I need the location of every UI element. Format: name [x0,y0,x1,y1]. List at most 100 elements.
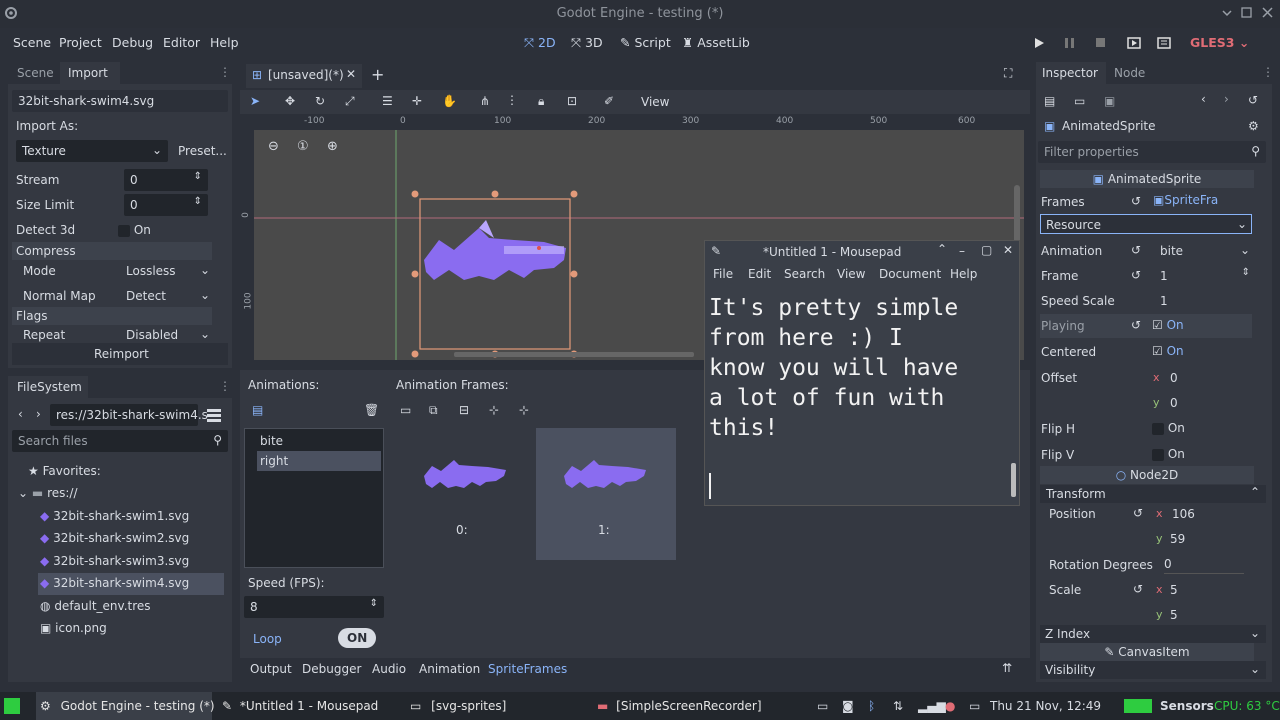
clock[interactable]: Thu 21 Nov, 12:49 [990,699,1101,713]
folder-tray-icon[interactable]: ▭ [817,699,828,713]
workspace-3d[interactable]: ⤧ 3D [571,35,603,51]
file-item[interactable]: ◆ 32bit-shark-swim3.svg [40,554,189,568]
search-files-input[interactable]: Search files ⚲ [12,430,228,452]
maximize-icon[interactable]: ▢ [981,243,992,257]
frame-spinbox[interactable]: 1 ⇕ [1154,265,1252,287]
filesystem-path[interactable]: res://32bit-shark-swim4.s [50,404,208,426]
compress-section[interactable]: Compress [12,242,212,260]
camera-tray-icon[interactable]: ◙ [842,699,854,713]
import-as-select[interactable]: Texture ⌄ [16,140,168,162]
task-mousepad[interactable]: ✎ *Untitled 1 - Mousepad [222,692,378,720]
history-back-icon[interactable]: ‹ [1201,92,1206,106]
dock-menu-icon[interactable]: ⋮ [1262,65,1274,79]
tab-output[interactable]: Output [250,662,292,676]
mp-menu-search[interactable]: Search [784,267,825,281]
mp-menu-view[interactable]: View [837,267,865,281]
paste-frame-icon[interactable]: ⊟ [459,403,469,417]
mousepad-text-area[interactable]: It's pretty simple from here :) I know y… [709,293,1007,443]
skeleton-icon[interactable]: ✐ [604,94,614,108]
size-limit-spinbox[interactable]: 0 ⇕ [124,194,208,216]
snap-options-icon[interactable]: ⋮ [506,93,518,107]
position-x-field[interactable]: 106 [1172,507,1195,521]
tree-favorites[interactable]: ★ Favorites: [28,464,101,478]
menu-scene[interactable]: Scene [13,35,51,50]
close-icon[interactable]: ✕ [1003,243,1013,257]
snap-icon[interactable]: ⋔ [480,94,490,108]
position-y-field[interactable]: 59 [1170,532,1185,546]
offset-x-field[interactable]: 0 [1170,371,1178,385]
file-item[interactable]: ▣ icon.png [40,621,107,635]
mousepad-scrollbar[interactable] [1011,463,1016,497]
network-icon[interactable]: ⇅ [893,699,903,713]
scale-y-field[interactable]: 5 [1170,608,1178,622]
file-item[interactable]: ◆ 32bit-shark-swim1.svg [40,509,189,523]
add-tab-icon[interactable]: + [371,65,384,84]
scale-tool-icon[interactable]: ⤢ [345,94,355,109]
insert-before-icon[interactable]: ⊹ [489,403,499,417]
tab-import[interactable]: Import [60,62,120,84]
renderer-select[interactable]: GLES3 ⌄ [1190,35,1249,50]
mode-select[interactable]: Lossless ⌄ [120,260,212,282]
remove-animation-icon[interactable]: 🗑︎ [364,403,379,417]
close-icon[interactable] [1262,7,1273,18]
mp-menu-file[interactable]: File [713,267,733,281]
visibility-section[interactable]: Visibility ⌄ [1040,661,1266,679]
file-item[interactable]: ◆ 32bit-shark-swim2.svg [40,531,189,545]
load-frame-icon[interactable]: ▭ [400,403,411,417]
close-tab-icon[interactable]: ✕ [346,67,356,81]
back-icon[interactable]: ‹ [18,407,23,421]
rotation-field[interactable]: 0 [1164,557,1172,571]
task-svg-sprites[interactable]: ▭ [svg-sprites] [410,692,506,720]
frames-resource[interactable]: ▣SpriteFra [1153,193,1218,207]
flags-section[interactable]: Flags [12,307,212,325]
reimport-button[interactable]: Reimport [12,343,228,365]
revert-icon[interactable]: ↺ [1131,243,1141,257]
filter-properties-input[interactable]: Filter properties ⚲ [1038,141,1266,163]
workspace-2d[interactable]: ⤧ 2D [524,35,556,51]
dock-menu-icon[interactable]: ⋮ [219,379,231,393]
frame-tile-selected[interactable]: 1: [536,428,676,560]
fullscreen-icon[interactable]: ⛶ [1004,66,1012,81]
animation-item-selected[interactable]: right [257,451,381,471]
menu-editor[interactable]: Editor [163,35,200,50]
dock-menu-icon[interactable]: ⋮ [219,65,231,79]
minimize-icon[interactable] [1222,8,1232,18]
centered-checkbox[interactable]: ☑ On [1152,344,1184,358]
mp-menu-help[interactable]: Help [950,267,977,281]
frame-tile[interactable]: 0: [396,428,528,560]
tab-debugger[interactable]: Debugger [302,662,361,676]
signal-icon[interactable]: ▂▄▆ [918,699,946,713]
zoom-reset-icon[interactable]: ① [297,139,309,154]
rotation-slider[interactable] [1164,573,1244,574]
zoom-in-icon[interactable]: ⊕ [327,139,338,154]
speed-scale-field[interactable]: 1 [1154,290,1252,312]
file-item[interactable]: ◍ default_env.tres [40,599,151,613]
lock-icon[interactable]: 🔒︎ [538,94,544,109]
chevron-up-icon[interactable]: ⌃ [937,242,947,256]
preset-button[interactable]: Preset... [178,144,227,158]
move-tool-icon[interactable]: ✥ [285,94,295,108]
play-icon[interactable] [1034,37,1045,49]
display-icon[interactable]: ▭ [969,699,980,713]
select-tool-icon[interactable]: ➤ [250,94,260,108]
revert-icon[interactable]: ↺ [1131,194,1141,208]
mp-menu-edit[interactable]: Edit [748,267,771,281]
scale-x-field[interactable]: 5 [1170,583,1178,597]
revert-icon[interactable]: ↺ [1133,582,1143,596]
task-recorder[interactable]: ▬ [SimpleScreenRecorder] [597,692,762,720]
maximize-icon[interactable] [1241,7,1252,18]
resource-dropdown[interactable]: Resource ⌄ [1040,214,1252,234]
menu-debug[interactable]: Debug [112,35,153,50]
pause-icon[interactable] [1064,37,1075,49]
copy-frame-icon[interactable]: ⧉ [429,403,438,418]
tab-inspector[interactable]: Inspector [1036,62,1106,84]
tab-node[interactable]: Node [1114,66,1145,80]
insert-after-icon[interactable]: ⊹ [519,403,529,417]
flip-v-checkbox[interactable]: On [1152,447,1185,461]
speed-spinbox[interactable]: 8 ⇕ [244,596,384,618]
offset-y-field[interactable]: 0 [1170,396,1178,410]
tab-unsaved[interactable]: ⊞ [unsaved](*) ✕ [246,64,362,88]
forward-icon[interactable]: › [36,407,41,421]
pivot-tool-icon[interactable]: ✛ [412,94,422,108]
rotate-tool-icon[interactable]: ↻ [315,94,325,108]
